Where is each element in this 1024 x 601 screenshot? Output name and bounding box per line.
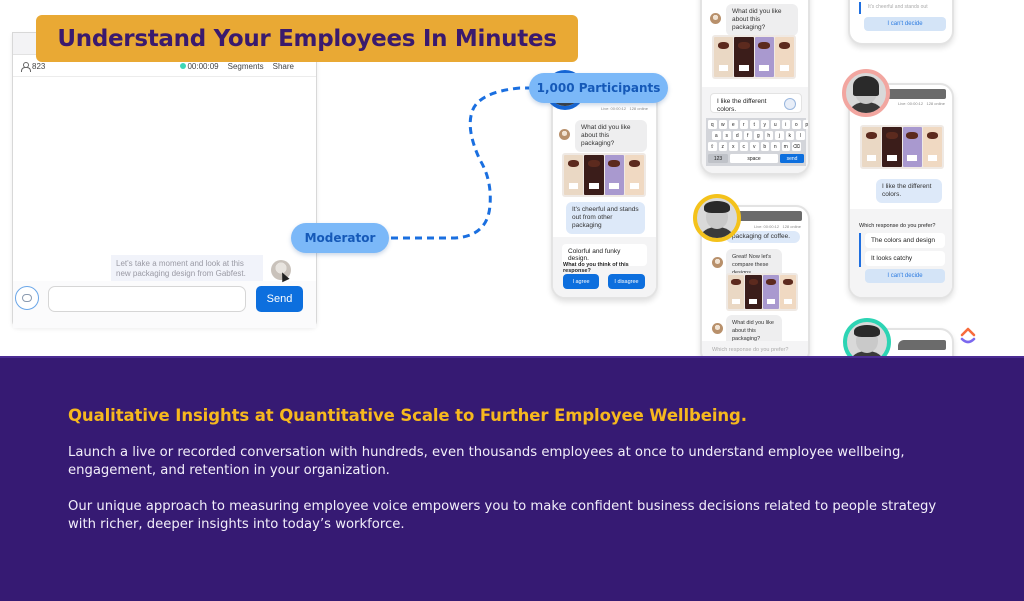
cant-decide-button[interactable]: I can't decide [865, 269, 945, 283]
option-looks-catchy[interactable]: It looks catchy [865, 251, 945, 266]
keyboard-key[interactable]: y [760, 120, 769, 129]
phone-c-prompt: Which response do you prefer? [712, 347, 789, 353]
info-paragraph-1: Launch a live or recorded conversation w… [68, 445, 905, 478]
phone-b-avatar [710, 13, 721, 24]
phone-b-input-value: I like the different colors. [717, 98, 767, 113]
send-key[interactable]: send [780, 154, 804, 163]
participant-avatar-c [693, 194, 741, 242]
keyboard-key[interactable]: ⇧ [708, 142, 717, 151]
cant-decide-button-top[interactable]: I can't decide [864, 17, 946, 31]
info-paragraph-2: Our unique approach to measuring employe… [68, 499, 937, 532]
keyboard-key[interactable]: t [750, 120, 759, 129]
phone-a-answer: It's cheerful and stands out from other … [566, 202, 645, 234]
moderator-label: Moderator [291, 223, 389, 253]
keyboard-row-3: ⇧ z x c v b n m ⌫ [708, 142, 801, 151]
keyboard-key[interactable]: e [729, 120, 738, 129]
packaging-image [562, 153, 646, 197]
keyboard-key[interactable]: q [708, 120, 717, 129]
info-heading: Qualitative Insights at Quantitative Sca… [68, 406, 747, 425]
phone-c-avatar-1 [712, 257, 723, 268]
phone-b-question: What did you like about this packaging? [726, 4, 798, 36]
numbers-key[interactable]: 123 [708, 154, 728, 163]
phone-participant-d-top: It's cheerful and stands out I can't dec… [848, 0, 954, 45]
selection-indicator [859, 233, 861, 267]
clickup-logo-icon [960, 327, 976, 344]
keyboard-key[interactable]: i [781, 120, 790, 129]
keyboard-key[interactable]: w [718, 120, 727, 129]
keyboard-key[interactable]: f [743, 131, 752, 140]
keyboard-key[interactable]: ⌫ [792, 142, 801, 151]
keyboard-row-2: asdfghjkl [712, 131, 805, 140]
keyboard-key[interactable]: v [750, 142, 759, 151]
packaging-image [726, 273, 798, 311]
phone-d-answer: I like the different colors. [876, 179, 942, 203]
mic-icon[interactable] [784, 98, 796, 110]
disagree-button[interactable]: I disagree [608, 274, 645, 289]
packaging-image [860, 125, 944, 169]
phone-c-top-message: packaging of coffee. [726, 231, 800, 243]
phone-a-status: Live: 00:00:12 128 online [601, 106, 648, 111]
keyboard-key[interactable]: o [792, 120, 801, 129]
info-section: Qualitative Insights at Quantitative Sca… [0, 356, 1024, 601]
keyboard-key[interactable]: j [775, 131, 784, 140]
phone-a-prompt: What do you think of this response? [563, 262, 629, 274]
keyboard-key[interactable]: m [781, 142, 790, 151]
agree-button[interactable]: I agree [563, 274, 599, 289]
phone-c-avatar-2 [712, 323, 723, 334]
phone-d-prompt: Which response do you prefer? [859, 223, 936, 229]
keyboard-key[interactable]: u [771, 120, 780, 129]
keyboard-key[interactable]: d [733, 131, 742, 140]
on-screen-keyboard: qwertyuiop asdfghjkl ⇧ z x c v b n m ⌫ 123 space… [706, 118, 808, 166]
phone-a-avatar [559, 129, 570, 140]
space-key[interactable]: space [730, 154, 778, 163]
participants-label: 1,000 Participants [529, 73, 668, 103]
keyboard-key[interactable]: h [764, 131, 773, 140]
phone-d-status: Live: 00:00:12 128 online [898, 101, 945, 106]
keyboard-key[interactable]: c [739, 142, 748, 151]
keyboard-key[interactable]: k [785, 131, 794, 140]
keyboard-key[interactable]: l [796, 131, 805, 140]
keyboard-key[interactable]: n [771, 142, 780, 151]
participant-avatar-d [842, 69, 890, 117]
selection-indicator [859, 2, 861, 14]
phone-c-status: Live: 00:00:12 128 online [754, 224, 801, 229]
keyboard-key[interactable]: x [729, 142, 738, 151]
phone-participant-b: What did you like about this packaging? … [700, 0, 810, 175]
option-colors-and-design[interactable]: The colors and design [865, 233, 945, 248]
phone-a-question: What did you like about this packaging? [575, 120, 647, 152]
phone-b-input[interactable]: I like the different colors. [710, 93, 802, 113]
keyboard-key[interactable]: g [754, 131, 763, 140]
keyboard-key[interactable]: r [739, 120, 748, 129]
phone-e-header-bar [898, 340, 946, 350]
keyboard-key[interactable]: s [722, 131, 731, 140]
phone-participant-a: Live: 00:00:12 128 online What did you l… [551, 90, 658, 299]
phone-d-top-partial: It's cheerful and stands out [864, 2, 946, 12]
keyboard-row-1: qwertyuiop [708, 120, 808, 129]
keyboard-key[interactable]: a [712, 131, 721, 140]
hero-section: 823 00:00:09 Segments Share Let's take a… [0, 0, 1024, 356]
keyboard-key[interactable]: b [760, 142, 769, 151]
keyboard-key[interactable]: p [802, 120, 808, 129]
packaging-image [712, 35, 796, 79]
keyboard-key[interactable]: z [718, 142, 727, 151]
